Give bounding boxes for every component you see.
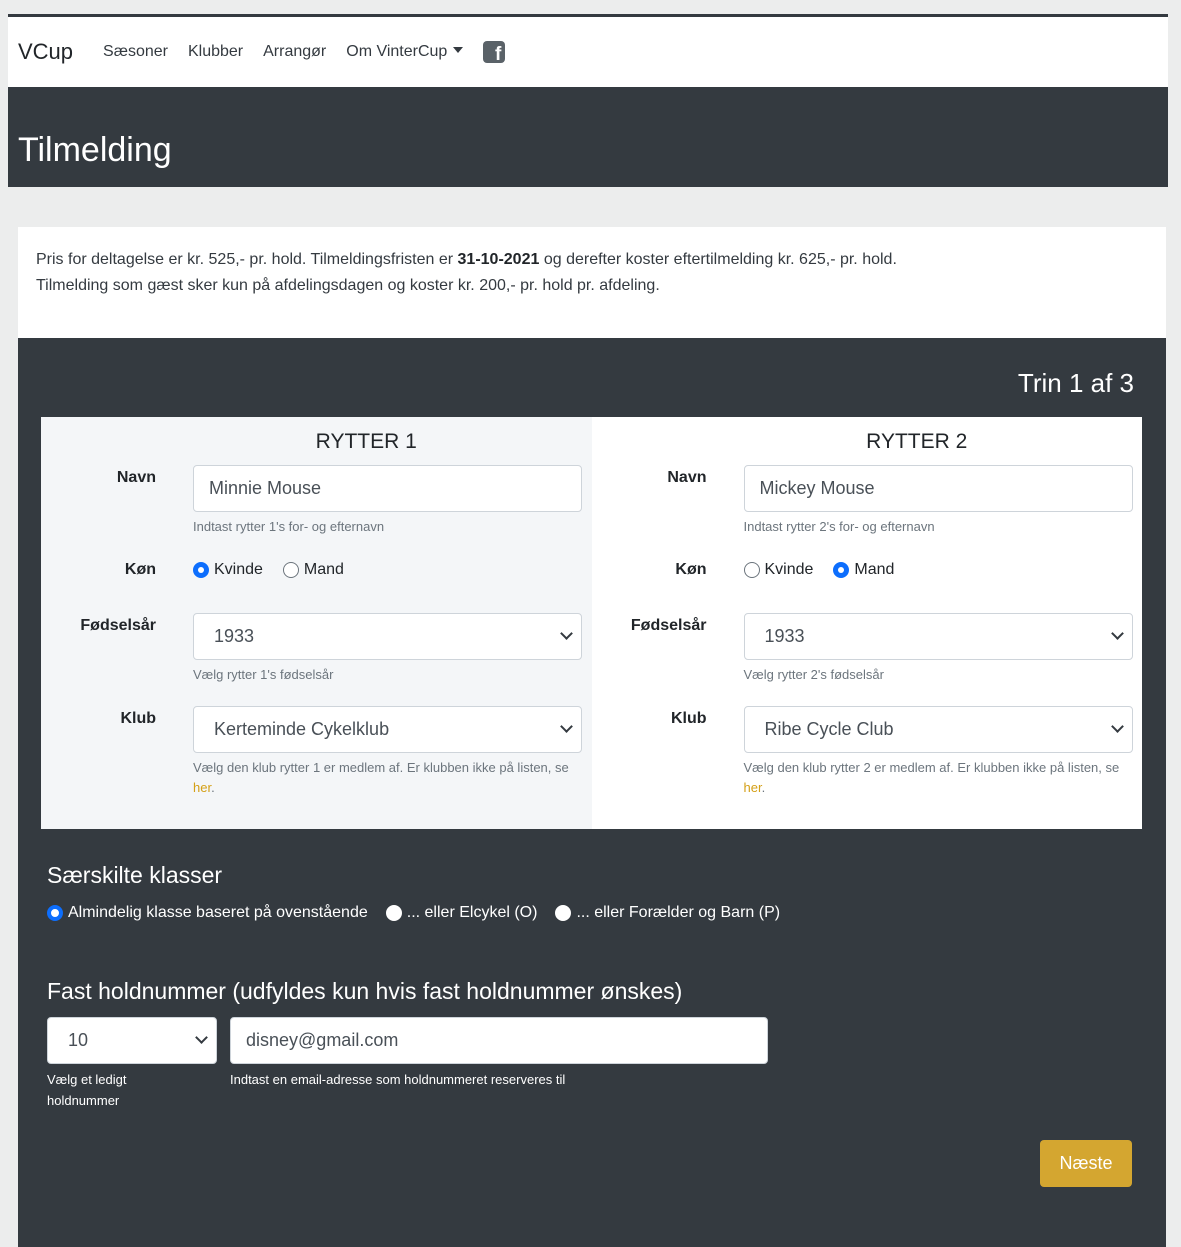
nav-link-saesoner[interactable]: Sæsoner [103, 43, 168, 61]
rider-2-gender-mand-radio[interactable] [833, 562, 850, 578]
team-number-help: Vælg et ledigt holdnummer [47, 1072, 127, 1108]
rider-2-gender-kvinde-label[interactable]: Kvinde [765, 561, 814, 579]
rider-1-club-help-text: Vælg den klub rytter 1 er medlem af. Er … [193, 760, 569, 775]
chevron-down-icon [560, 627, 573, 640]
facebook-icon[interactable]: f [483, 41, 506, 64]
chevron-down-icon [1110, 627, 1124, 640]
nav-link-klubber[interactable]: Klubber [188, 43, 243, 61]
chevron-down-icon [1110, 720, 1124, 733]
rider-2-club-help: Vælg den klub rytter 2 er medlem af. Er … [744, 758, 1134, 798]
rider-2-gender-mand-label[interactable]: Mand [854, 561, 894, 579]
rider-2-year-label: Fødselsår [630, 617, 707, 634]
rider-1-name-input[interactable]: Minnie Mouse [193, 465, 582, 512]
rider-1-club-select[interactable]: Kerteminde Cykelklub [193, 706, 582, 753]
info-text-pre: Pris for deltagelse er kr. 525,- pr. hol… [36, 251, 458, 268]
rider-1-name-label: Navn [116, 469, 156, 486]
class-elcykel-label[interactable]: ... eller Elcykel (O) [407, 904, 538, 922]
rider-2-gender-label: Køn [675, 561, 707, 578]
rider-1-year-select[interactable]: 1933 [193, 613, 582, 660]
page-title: Tilmelding [18, 131, 172, 169]
rider-1-gender-kvinde-label[interactable]: Kvinde [214, 561, 263, 579]
rider-1-gender-mand-radio[interactable] [282, 562, 299, 578]
price-info-line2: Tilmelding som gæst sker kun på afdeling… [36, 277, 660, 294]
class-regular-radio[interactable] [47, 905, 63, 921]
rider-2-year-value: 1933 [764, 626, 805, 646]
rider-2-gender-kvinde-radio[interactable] [743, 562, 760, 578]
rider-1-club-help-link[interactable]: her [193, 780, 211, 795]
rider-2-title: RYTTER 2 [866, 430, 968, 453]
rider-1-club-label: Klub [120, 710, 156, 727]
rider-2-name-help: Indtast rytter 2's for- og efternavn [743, 519, 935, 534]
rider-2-club-select[interactable]: Ribe Cycle Club [743, 706, 1133, 753]
rider-2-club-help-link[interactable]: her [744, 780, 762, 795]
rider-1-year-label: Fødselsår [80, 617, 156, 634]
team-email-input[interactable]: disney@gmail.com [230, 1017, 768, 1064]
rider-2-club-help-end: . [761, 780, 766, 795]
team-number-title: Fast holdnummer (udfyldes kun hvis fast … [47, 978, 683, 1004]
nav-dropdown-om-vintercup[interactable]: Om VinterCup [346, 43, 464, 61]
chevron-down-icon [195, 1031, 208, 1044]
class-parent-child-radio[interactable] [555, 905, 572, 921]
rider-1-gender-label: Køn [124, 561, 156, 578]
next-button[interactable]: Næste [1040, 1140, 1132, 1187]
rider-1-club-help: Vælg den klub rytter 1 er medlem af. Er … [193, 758, 583, 798]
rider-1-gender-mand-label[interactable]: Mand [304, 561, 344, 579]
rider-1-year-help: Vælg rytter 1's fødselsår [193, 667, 334, 682]
rider-1-title: RYTTER 1 [315, 430, 417, 453]
page-header: Tilmelding [8, 87, 1168, 187]
info-text-post: og derefter koster eftertilmelding kr. 6… [539, 251, 897, 268]
rider-1-year-value: 1933 [214, 626, 255, 646]
caret-down-icon [453, 47, 464, 53]
chevron-down-icon [560, 720, 573, 733]
brand-logo[interactable]: VCup [18, 39, 73, 65]
classes-radio-group: Almindelig klasse baseret på ovenstående… [47, 904, 798, 922]
nav-link-arrangoer[interactable]: Arrangør [263, 43, 326, 61]
rider-2-card: RYTTER 2 Navn Mickey Mouse Indtast rytte… [591, 417, 1142, 829]
rider-1-club-help-end: . [211, 780, 215, 795]
rider-1-card: RYTTER 1 Navn Minnie Mouse Indtast rytte… [41, 417, 592, 829]
rider-2-year-select[interactable]: 1933 [743, 613, 1133, 660]
deadline-date: 31-10-2021 [457, 251, 540, 268]
rider-2-year-help: Vælg rytter 2's fødselsår [743, 667, 884, 682]
rider-1-club-value: Kerteminde Cykelklub [214, 719, 390, 739]
nav-dropdown-label: Om VinterCup [346, 43, 448, 60]
rider-2-name-label: Navn [667, 469, 707, 486]
riders-row: RYTTER 1 Navn Minnie Mouse Indtast rytte… [41, 417, 1142, 829]
class-parent-child-label[interactable]: ... eller Forælder og Barn (P) [576, 904, 780, 922]
rider-1-name-help: Indtast rytter 1's for- og efternavn [193, 519, 385, 534]
rider-2-gender-group: Kvinde Mand [743, 561, 915, 579]
price-info-line1: Pris for deltagelse er kr. 525,- pr. hol… [36, 247, 1148, 273]
step-indicator: Trin 1 af 3 [1017, 368, 1134, 398]
team-email-help: Indtast en email-adresse som holdnummere… [230, 1072, 566, 1087]
classes-title: Særskilte klasser [47, 862, 223, 888]
registration-form: Trin 1 af 3 RYTTER 1 Navn Minnie Mouse I… [18, 338, 1166, 1247]
rider-2-club-value: Ribe Cycle Club [764, 719, 894, 739]
price-info: Pris for deltagelse er kr. 525,- pr. hol… [18, 227, 1166, 339]
rider-1-gender-kvinde-radio[interactable] [193, 562, 209, 578]
rider-2-name-input[interactable]: Mickey Mouse [743, 465, 1133, 512]
team-number-select[interactable]: 10 [47, 1017, 217, 1064]
class-elcykel-radio[interactable] [385, 905, 402, 921]
team-number-value: 10 [68, 1030, 89, 1050]
class-regular-label[interactable]: Almindelig klasse baseret på ovenstående [68, 904, 368, 922]
rider-1-gender-group: Kvinde Mand [193, 561, 364, 579]
rider-2-club-label: Klub [670, 710, 707, 727]
navbar: VCup Sæsoner Klubber Arrangør Om VinterC… [8, 17, 1168, 87]
rider-2-club-help-text: Vælg den klub rytter 2 er medlem af. Er … [743, 760, 1120, 775]
